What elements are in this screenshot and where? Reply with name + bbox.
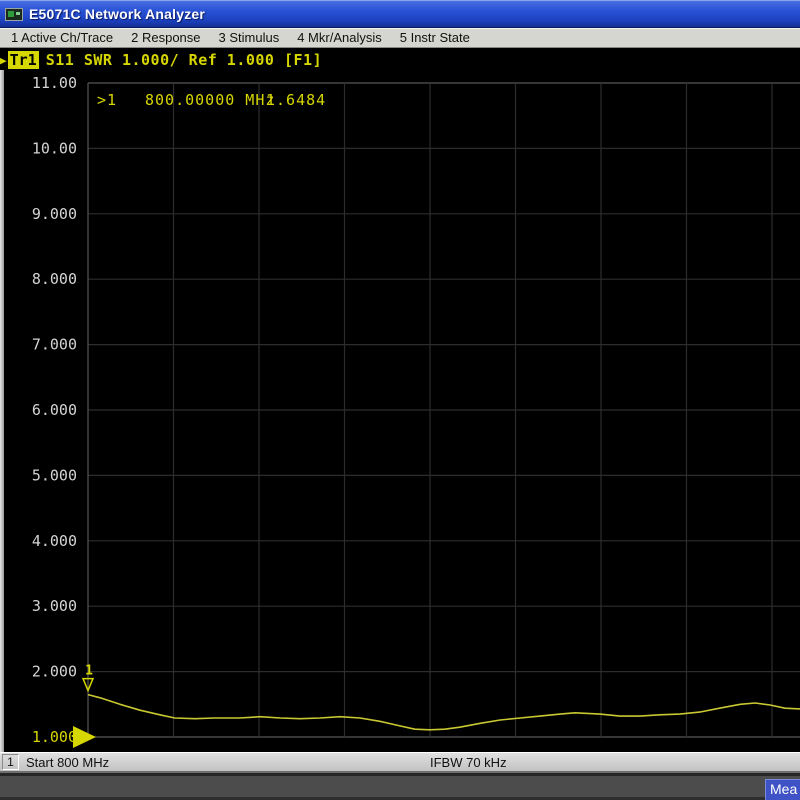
reference-level-icon xyxy=(73,726,96,748)
menu-active-ch-trace[interactable]: 1 Active Ch/Trace xyxy=(2,29,122,47)
menu-stimulus[interactable]: 3 Stimulus xyxy=(210,29,289,47)
swr-trace xyxy=(88,695,800,730)
channel-status-bar: 1 Start 800 MHz IFBW 70 kHz xyxy=(0,752,800,773)
y-tick-label: 3.000 xyxy=(32,597,77,615)
trace-name-chip[interactable]: Tr1 xyxy=(8,51,39,69)
y-tick-label: 6.000 xyxy=(32,401,77,419)
window-titlebar: E5071C Network Analyzer xyxy=(0,0,800,28)
active-trace-arrow-icon: ▶ xyxy=(0,54,7,67)
start-frequency-label: Start 800 MHz xyxy=(26,755,109,770)
menu-bar: 1 Active Ch/Trace 2 Response 3 Stimulus … xyxy=(0,28,800,48)
y-tick-label: 4.000 xyxy=(32,532,77,550)
y-tick-label: 10.00 xyxy=(32,139,77,157)
marker-readout-value: 1.6484 xyxy=(266,91,326,109)
trace-status-line: ▶ Tr1 S11 SWR 1.000/ Ref 1.000 [F1] xyxy=(0,50,322,70)
trace-format-text: S11 SWR 1.000/ Ref 1.000 [F1] xyxy=(46,51,322,69)
window-left-border xyxy=(0,70,4,752)
marker-1-number: 1 xyxy=(85,664,93,679)
instrument-status-bar: Mea xyxy=(0,773,800,800)
analyzer-screen: ▶ Tr1 S11 SWR 1.000/ Ref 1.000 [F1] 11.0… xyxy=(0,48,800,752)
y-tick-label: 1.000 xyxy=(32,728,77,746)
app-icon-glyph2 xyxy=(16,12,20,15)
meas-status-badge: Mea xyxy=(765,779,800,800)
graph-area: 11.00 10.00 9.000 8.000 7.000 6.000 5.000 4.000… xyxy=(0,48,800,752)
y-tick-label: 11.00 xyxy=(32,74,77,92)
app-icon xyxy=(5,8,23,21)
y-tick-label: 2.000 xyxy=(32,663,77,681)
channel-number-box: 1 xyxy=(2,754,19,770)
app-icon-glyph xyxy=(8,11,14,17)
marker-readout-frequency: 800.00000 MHz xyxy=(145,91,275,109)
y-tick-label: 8.000 xyxy=(32,270,77,288)
menu-mkr-analysis[interactable]: 4 Mkr/Analysis xyxy=(288,29,391,47)
menu-response[interactable]: 2 Response xyxy=(122,29,209,47)
y-tick-label: 7.000 xyxy=(32,336,77,354)
y-tick-label: 9.000 xyxy=(32,205,77,223)
y-tick-label: 5.000 xyxy=(32,466,77,484)
window-title: E5071C Network Analyzer xyxy=(29,6,205,22)
ifbw-label: IFBW 70 kHz xyxy=(430,755,507,770)
menu-instr-state[interactable]: 5 Instr State xyxy=(391,29,479,47)
marker-readout-number: >1 xyxy=(97,91,117,109)
